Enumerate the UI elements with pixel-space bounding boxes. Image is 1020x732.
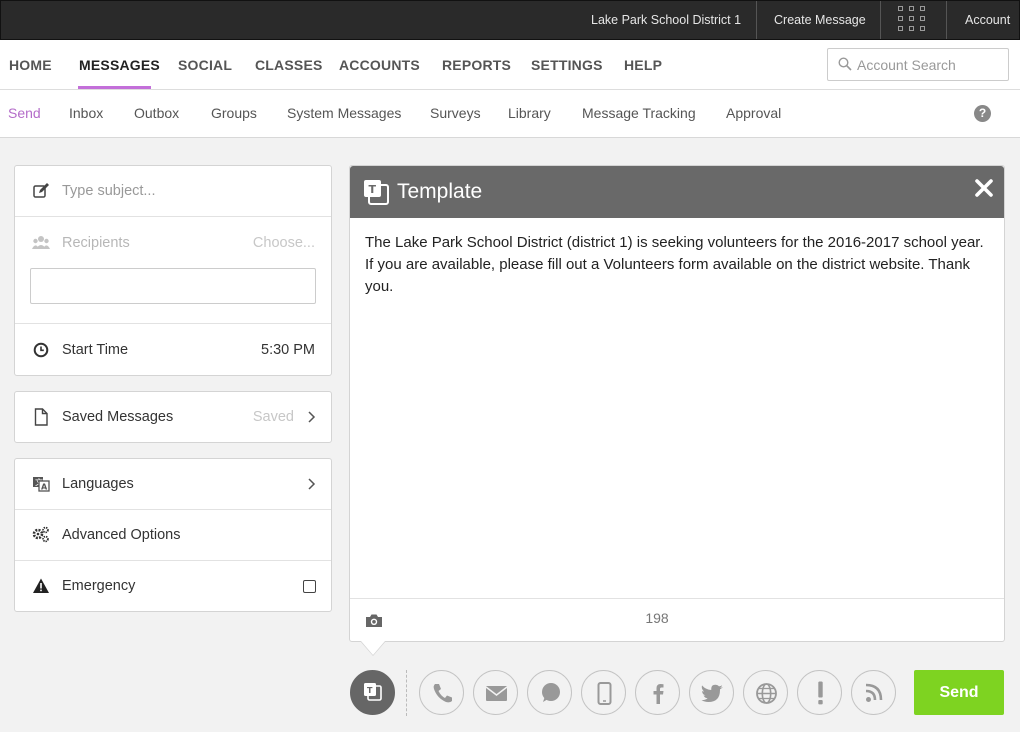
channel-alert[interactable] bbox=[797, 670, 842, 715]
recipients-input[interactable] bbox=[30, 268, 316, 304]
template-icon: T bbox=[364, 180, 389, 205]
translate-icon: 文 A bbox=[33, 477, 50, 492]
saved-messages-label: Saved Messages bbox=[62, 409, 174, 425]
facebook-icon bbox=[653, 684, 664, 704]
channel-rss[interactable] bbox=[851, 670, 896, 715]
nav-help[interactable]: HELP bbox=[624, 40, 662, 90]
advanced-options-row[interactable]: Advanced Options bbox=[15, 510, 331, 561]
channel-chat[interactable] bbox=[527, 670, 572, 715]
district-name[interactable]: Lake Park School District 1 bbox=[591, 1, 741, 39]
chevron-right-icon bbox=[308, 478, 316, 490]
recipients-label: Recipients bbox=[62, 235, 130, 251]
channel-divider bbox=[406, 670, 407, 716]
phone-icon bbox=[433, 684, 452, 703]
account-search[interactable] bbox=[827, 48, 1009, 81]
template-message-body[interactable]: The Lake Park School District (district … bbox=[365, 232, 985, 298]
subnav-system-messages[interactable]: System Messages bbox=[287, 90, 401, 138]
grid-icon[interactable] bbox=[898, 6, 928, 34]
subject-input[interactable]: Type subject... bbox=[62, 166, 156, 216]
languages-row[interactable]: 文 A Languages bbox=[15, 459, 331, 510]
mobile-icon bbox=[597, 682, 612, 705]
chevron-right-icon bbox=[308, 411, 316, 423]
subnav-approval[interactable]: Approval bbox=[726, 90, 781, 138]
help-icon[interactable]: ? bbox=[974, 105, 991, 122]
svg-text:T: T bbox=[367, 686, 373, 695]
svg-text:A: A bbox=[41, 483, 48, 492]
subnav-groups[interactable]: Groups bbox=[211, 90, 257, 138]
document-icon bbox=[34, 408, 48, 426]
account-search-input[interactable] bbox=[857, 53, 1002, 77]
options-panel: 文 A Languages Advanced Options Emergency bbox=[14, 458, 332, 612]
channel-mobile[interactable] bbox=[581, 670, 626, 715]
close-icon[interactable] bbox=[974, 178, 994, 198]
start-time-label: Start Time bbox=[62, 342, 129, 358]
subject-row[interactable]: Type subject... bbox=[15, 166, 331, 217]
advanced-options-label: Advanced Options bbox=[62, 527, 181, 543]
rss-icon bbox=[865, 683, 883, 702]
subnav-inbox[interactable]: Inbox bbox=[69, 90, 103, 138]
template-title: Template bbox=[397, 180, 483, 203]
compose-panel: Type subject... Recipients Choose... Sta… bbox=[14, 165, 332, 376]
users-icon bbox=[32, 236, 50, 249]
send-button[interactable]: Send bbox=[914, 670, 1004, 715]
channel-phone[interactable] bbox=[419, 670, 464, 715]
channel-email[interactable] bbox=[473, 670, 518, 715]
channel-template[interactable]: T bbox=[350, 670, 395, 715]
template-card: T Template The Lake Park School District… bbox=[349, 165, 1005, 642]
channel-facebook[interactable] bbox=[635, 670, 680, 715]
start-time-value[interactable]: 5:30 PM bbox=[261, 325, 315, 375]
divider bbox=[880, 1, 881, 39]
chat-icon bbox=[542, 683, 560, 702]
divider bbox=[756, 1, 757, 39]
subnav-outbox[interactable]: Outbox bbox=[134, 90, 179, 138]
subnav-library[interactable]: Library bbox=[508, 90, 551, 138]
choose-recipients-link[interactable]: Choose... bbox=[253, 218, 315, 268]
emergency-row[interactable]: Emergency bbox=[15, 561, 331, 612]
twitter-icon bbox=[701, 684, 723, 702]
svg-text:T: T bbox=[369, 183, 377, 196]
nav-home[interactable]: HOME bbox=[9, 40, 52, 90]
nav-social[interactable]: SOCIAL bbox=[178, 40, 232, 90]
template-header: T Template bbox=[350, 166, 1004, 218]
account-link[interactable]: Account bbox=[965, 1, 1010, 39]
channel-web[interactable] bbox=[743, 670, 788, 715]
divider bbox=[946, 1, 947, 39]
subnav-send[interactable]: Send bbox=[8, 90, 41, 138]
create-message-link[interactable]: Create Message bbox=[774, 1, 866, 39]
edit-icon bbox=[33, 183, 49, 198]
web-icon bbox=[756, 683, 777, 704]
email-icon bbox=[485, 686, 508, 701]
nav-settings[interactable]: SETTINGS bbox=[531, 40, 603, 90]
alert-icon bbox=[818, 681, 823, 705]
start-time-row[interactable]: Start Time 5:30 PM bbox=[15, 325, 331, 376]
saved-messages-row[interactable]: Saved Messages Saved bbox=[15, 392, 331, 443]
subnav-surveys[interactable]: Surveys bbox=[430, 90, 481, 138]
template-footer: 198 bbox=[350, 598, 1004, 641]
pointer bbox=[361, 641, 385, 655]
sub-nav: Send Inbox Outbox Groups System Messages… bbox=[0, 90, 1020, 138]
search-icon bbox=[838, 57, 852, 71]
warning-icon bbox=[33, 578, 49, 593]
nav-messages[interactable]: MESSAGES bbox=[79, 40, 160, 90]
emergency-checkbox[interactable] bbox=[303, 580, 316, 593]
emergency-label: Emergency bbox=[62, 578, 136, 594]
active-nav-indicator bbox=[78, 86, 151, 89]
top-bar: Lake Park School District 1 Create Messa… bbox=[0, 0, 1020, 40]
character-count: 198 bbox=[645, 610, 669, 626]
template-icon: T bbox=[364, 683, 382, 701]
subnav-message-tracking[interactable]: Message Tracking bbox=[582, 90, 696, 138]
recipients-row: Recipients Choose... bbox=[15, 218, 331, 324]
main-nav: HOME MESSAGES SOCIAL CLASSES ACCOUNTS RE… bbox=[0, 40, 1020, 90]
channel-twitter[interactable] bbox=[689, 670, 734, 715]
nav-accounts[interactable]: ACCOUNTS bbox=[339, 40, 420, 90]
clock-icon bbox=[33, 342, 49, 358]
saved-status: Saved bbox=[252, 409, 294, 425]
languages-label: Languages bbox=[62, 476, 134, 492]
nav-classes[interactable]: CLASSES bbox=[255, 40, 323, 90]
nav-reports[interactable]: REPORTS bbox=[442, 40, 511, 90]
saved-messages-panel: Saved Messages Saved bbox=[14, 391, 332, 443]
gears-icon bbox=[32, 526, 49, 543]
